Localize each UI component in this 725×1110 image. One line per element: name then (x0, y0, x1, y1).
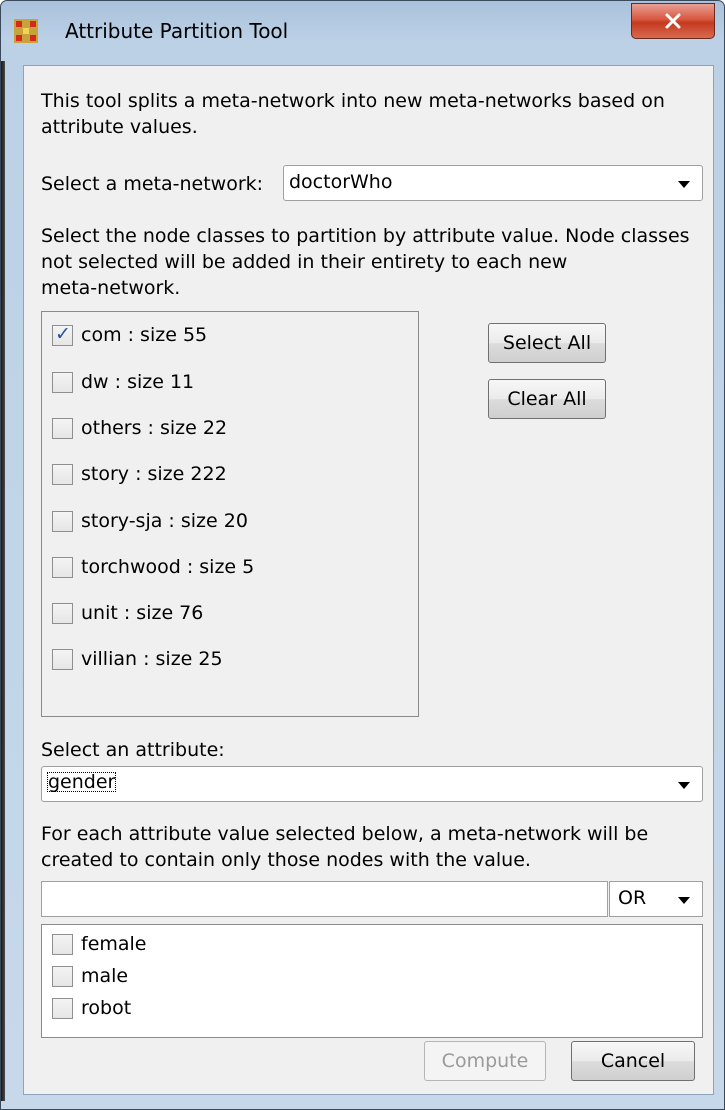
attribute-value-label: female (81, 933, 147, 955)
network-grid-icon (14, 19, 38, 43)
clear-all-button[interactable]: Clear All (488, 379, 606, 419)
node-classes-desc-3: meta-network. (41, 277, 181, 299)
intro-line-1: This tool splits a meta-network into new… (41, 90, 665, 112)
node-class-label: com : size 55 (81, 324, 208, 346)
dialog-window: Attribute Partition Tool This tool split… (0, 0, 725, 1110)
close-button[interactable] (631, 3, 715, 39)
chevron-down-icon (678, 897, 690, 904)
attribute-value-item[interactable]: female (52, 929, 147, 959)
dialog-content: This tool splits a meta-network into new… (23, 65, 714, 1095)
compute-button[interactable]: Compute (424, 1041, 546, 1081)
node-class-item[interactable]: com : size 55 (52, 320, 207, 350)
values-desc-2: created to contain only those nodes with… (41, 849, 531, 871)
checkbox[interactable] (52, 463, 73, 485)
attribute-value-label: male (81, 965, 129, 987)
select-all-button[interactable]: Select All (488, 323, 606, 363)
attribute-select[interactable]: gender (41, 766, 703, 802)
checkbox[interactable] (52, 602, 73, 624)
attribute-value-label: robot (81, 997, 132, 1019)
node-class-item[interactable]: villian : size 25 (52, 644, 223, 674)
values-desc-1: For each attribute value selected below,… (41, 823, 649, 845)
intro-line-2: attribute values. (41, 116, 198, 138)
node-class-item[interactable]: unit : size 76 (52, 598, 203, 628)
cancel-button[interactable]: Cancel (571, 1041, 695, 1081)
node-class-label: others : size 22 (81, 417, 228, 439)
node-class-label: dw : size 11 (81, 371, 195, 393)
attribute-value-item[interactable]: male (52, 961, 128, 991)
chevron-down-icon (678, 181, 690, 188)
node-class-list: com : size 55 dw : size 11 others : size… (41, 311, 419, 717)
chevron-down-icon (678, 782, 690, 789)
checkbox[interactable] (52, 371, 73, 393)
node-class-label: unit : size 76 (81, 602, 204, 624)
operator-select[interactable]: OR (609, 881, 703, 917)
node-class-label: torchwood : size 5 (81, 556, 255, 578)
checkbox[interactable] (52, 933, 73, 955)
node-class-label: story-sja : size 20 (81, 510, 248, 532)
window-title: Attribute Partition Tool (65, 19, 289, 43)
node-class-label: villian : size 25 (81, 648, 223, 670)
node-class-item[interactable]: story-sja : size 20 (52, 506, 248, 536)
checkbox[interactable] (52, 323, 73, 346)
checkbox[interactable] (52, 997, 73, 1019)
checkbox[interactable] (52, 556, 73, 578)
node-class-label: story : size 222 (81, 463, 227, 485)
meta-network-select[interactable]: doctorWho (283, 165, 703, 201)
meta-network-value: doctorWho (289, 171, 393, 193)
node-class-item[interactable]: torchwood : size 5 (52, 552, 254, 582)
node-class-item[interactable]: others : size 22 (52, 413, 227, 443)
value-filter-input[interactable] (41, 881, 608, 917)
attribute-value-list: female male robot (41, 924, 703, 1038)
checkbox[interactable] (52, 510, 73, 532)
checkbox[interactable] (52, 417, 73, 439)
meta-network-label: Select a meta-network: (41, 173, 264, 195)
attribute-value: gender (47, 771, 117, 793)
title-bar[interactable]: Attribute Partition Tool (1, 1, 724, 55)
checkbox[interactable] (52, 648, 73, 670)
node-class-item[interactable]: dw : size 11 (52, 367, 194, 397)
checkbox[interactable] (52, 965, 73, 987)
node-classes-desc-1: Select the node classes to partition by … (41, 225, 690, 247)
node-class-item[interactable]: story : size 222 (52, 459, 227, 489)
attribute-label: Select an attribute: (41, 739, 225, 761)
node-classes-desc-2: not selected will be added in their enti… (41, 251, 568, 273)
close-icon (665, 13, 681, 29)
operator-value: OR (618, 887, 647, 909)
attribute-value-item[interactable]: robot (52, 993, 131, 1023)
